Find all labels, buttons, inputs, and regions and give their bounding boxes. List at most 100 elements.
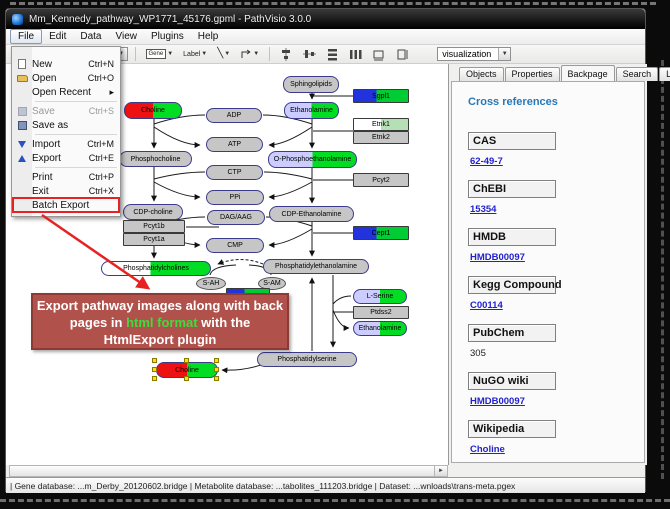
- menu-item-batch-export[interactable]: Batch Export: [13, 198, 119, 212]
- menu-item-label: Exit: [32, 186, 83, 197]
- menubar-item-plugins[interactable]: Plugins: [144, 30, 191, 43]
- annotation-line3: HtmlExport plugin: [33, 331, 287, 348]
- node-pcyt2[interactable]: Pcyt2: [353, 173, 409, 187]
- visualization-combobox[interactable]: visualization ▼: [437, 47, 511, 61]
- menu-item-print[interactable]: PrintCtrl+P: [13, 170, 119, 184]
- node-phosphocholine[interactable]: Phosphocholine: [119, 151, 192, 167]
- menubar-item-file[interactable]: File: [10, 29, 42, 44]
- new-file-icon: [15, 59, 29, 69]
- xref-value-nugo-wiki[interactable]: HMDB00097: [470, 396, 644, 407]
- node-phosphatidylethanolamine[interactable]: Phosphatidylethanolamine: [263, 259, 369, 274]
- chevron-down-icon: ▼: [167, 51, 173, 57]
- node-pcyt1b[interactable]: Pcyt1b: [123, 220, 185, 233]
- align-center-x-button[interactable]: [277, 47, 296, 62]
- node-s-ah[interactable]: S-AH: [196, 277, 226, 290]
- node-phosphatidylcholines[interactable]: Phosphatidylcholines: [101, 261, 211, 276]
- draw-connector-button[interactable]: ▼: [237, 47, 262, 62]
- menu-item-open[interactable]: OpenCtrl+O: [13, 71, 119, 85]
- menu-item-label: Import: [32, 139, 81, 150]
- node-choline-top[interactable]: Choline: [124, 102, 182, 119]
- menu-shortcut: Ctrl+X: [83, 186, 114, 196]
- node-dag-aag[interactable]: DAG/AAG: [207, 210, 265, 225]
- node-etnk1[interactable]: Etnk1: [353, 118, 409, 131]
- node-cdp-choline[interactable]: CDP-choline: [123, 204, 183, 220]
- menu-item-label: Batch Export: [32, 200, 108, 211]
- add-label-button[interactable]: Label ▼: [180, 47, 210, 62]
- node-ethanolamine-top[interactable]: Ethanolamine: [284, 102, 339, 119]
- node-ptdss2[interactable]: Ptdss2: [353, 306, 409, 319]
- status-bar: | Gene database: ...m_Derby_20120602.bri…: [6, 477, 645, 493]
- label-tool-icon: Label: [183, 51, 200, 58]
- node-adp[interactable]: ADP: [206, 108, 262, 123]
- align-center-y-icon: [303, 48, 316, 61]
- selection-handle[interactable]: [152, 358, 157, 363]
- menubar-item-help[interactable]: Help: [191, 30, 226, 43]
- node-phosphatidylserine[interactable]: Phosphatidylserine: [257, 352, 357, 367]
- draw-line-button[interactable]: ╲ ▼: [214, 47, 233, 62]
- selection-handle[interactable]: [184, 376, 189, 381]
- common-width-icon: [372, 48, 385, 61]
- node-ethanolamine-2[interactable]: Ethanolamine: [353, 321, 407, 336]
- backpage-content: Cross references CAS62-49-7ChEBI15354HMD…: [451, 81, 645, 463]
- add-gene-button[interactable]: Gene ▼: [143, 47, 177, 62]
- node-sphingolipids[interactable]: Sphingolipids: [283, 76, 339, 93]
- selection-handle[interactable]: [214, 376, 219, 381]
- menu-shortcut: Ctrl+O: [82, 73, 114, 83]
- menu-item-new[interactable]: NewCtrl+N: [13, 57, 119, 71]
- tab-backpage[interactable]: Backpage: [561, 65, 615, 81]
- scroll-right-icon[interactable]: ►: [434, 466, 447, 476]
- stack-horizontal-button[interactable]: [346, 47, 365, 62]
- menu-item-label: New: [32, 59, 82, 70]
- menu-item-save-as[interactable]: Save as: [13, 118, 119, 132]
- menu-item-open-recent[interactable]: Open Recent▸: [13, 85, 119, 99]
- xref-header-wikipedia: Wikipedia: [468, 420, 556, 438]
- menu-item-exit[interactable]: ExitCtrl+X: [13, 184, 119, 198]
- node-l-serine[interactable]: L-Serine: [353, 289, 407, 304]
- tab-search[interactable]: Search: [616, 67, 659, 81]
- xref-value-kegg-compound[interactable]: C00114: [470, 300, 644, 311]
- save-icon: [15, 107, 29, 116]
- selection-handle[interactable]: [152, 367, 157, 372]
- node-etnk2[interactable]: Etnk2: [353, 131, 409, 144]
- elbow-connector-icon: [240, 48, 252, 60]
- node-pcyt1a[interactable]: Pcyt1a: [123, 233, 185, 246]
- node-o-phosphoethanolamine[interactable]: O-Phosphoethanolamine: [268, 151, 357, 168]
- node-cmp[interactable]: CMP: [206, 238, 264, 253]
- menubar-item-data[interactable]: Data: [73, 30, 108, 43]
- node-ctp[interactable]: CTP: [206, 165, 263, 180]
- xref-value-cas[interactable]: 62-49-7: [470, 156, 644, 167]
- tab-objects[interactable]: Objects: [459, 67, 504, 81]
- menubar-item-view[interactable]: View: [108, 30, 144, 43]
- tab-properties[interactable]: Properties: [505, 67, 560, 81]
- menu-item-import[interactable]: ImportCtrl+M: [13, 137, 119, 151]
- node-atp[interactable]: ATP: [206, 137, 263, 152]
- app-icon: [12, 14, 23, 25]
- toolbar-separator: [135, 47, 136, 61]
- common-height-button[interactable]: [392, 47, 411, 62]
- tab-legend[interactable]: Legend: [659, 67, 670, 81]
- node-cdp-ethanolamine[interactable]: CDP-Ethanolamine: [269, 206, 354, 222]
- xref-header-kegg-compound: Kegg Compound: [468, 276, 556, 294]
- selection-handle[interactable]: [152, 376, 157, 381]
- xref-value-hmdb[interactable]: HMDB00097: [470, 252, 644, 263]
- xref-value-pubchem: 305: [470, 348, 644, 359]
- xref-value-chebi[interactable]: 15354: [470, 204, 644, 215]
- node-sgpl1[interactable]: Sgpl1: [353, 89, 409, 103]
- common-width-button[interactable]: [369, 47, 388, 62]
- xref-header-hmdb: HMDB: [468, 228, 556, 246]
- title-bar[interactable]: Mm_Kennedy_pathway_WP1771_45176.gpml - P…: [6, 9, 645, 29]
- align-center-y-button[interactable]: [300, 47, 319, 62]
- scrollbar-track[interactable]: [10, 466, 434, 476]
- node-cept1[interactable]: Cept1: [353, 226, 409, 240]
- menu-item-save[interactable]: SaveCtrl+S: [13, 104, 119, 118]
- menu-item-export[interactable]: ExportCtrl+E: [13, 151, 119, 165]
- selection-handle[interactable]: [214, 367, 219, 372]
- node-ppi[interactable]: PPi: [206, 190, 264, 205]
- menubar-item-edit[interactable]: Edit: [42, 30, 73, 43]
- xref-value-wikipedia[interactable]: Choline: [470, 444, 644, 455]
- stack-vertical-button[interactable]: [323, 47, 342, 62]
- canvas-horizontal-scrollbar[interactable]: ►: [9, 465, 448, 477]
- selection-handle[interactable]: [214, 358, 219, 363]
- chevron-down-icon[interactable]: ▼: [498, 48, 510, 60]
- selection-handle[interactable]: [184, 358, 189, 363]
